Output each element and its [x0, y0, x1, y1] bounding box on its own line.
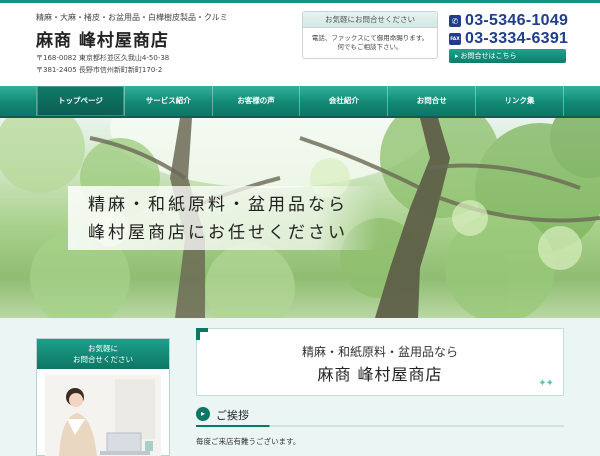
nav-item-company[interactable]: 会社紹介 [299, 86, 387, 116]
site-logo[interactable]: 麻商 峰村屋商店 [36, 26, 169, 51]
hero-headline-2: 峰村屋商店にお任せください [88, 223, 348, 243]
nav-item-testimonials[interactable]: お客様の声 [211, 86, 300, 116]
chevron-right-icon: ▸ [455, 52, 459, 60]
welcome-title: 麻商 峰村屋商店 [317, 365, 443, 384]
site-tagline: 精麻・大麻・楮皮・お盆用品・白樺樹皮製品・クルミ [36, 13, 228, 22]
site-header: 精麻・大麻・楮皮・お盆用品・白樺樹皮製品・クルミ 麻商 峰村屋商店 〒168-0… [0, 3, 600, 85]
operator-photo [45, 375, 161, 456]
contact-box-line1: 電話、ファックスにて御用命賜ります。 [311, 34, 429, 42]
hero-headline-1: 精麻・和紙原料・盆用品なら [88, 195, 348, 215]
nav-item-services[interactable]: サービス紹介 [123, 86, 212, 116]
address-tokyo: 〒168-0082 東京都杉並区久我山4-50-38 [36, 54, 170, 62]
corner-accent [196, 328, 208, 340]
fax-icon: FAX [449, 33, 461, 45]
sidebar-contact-title: お気軽に お問合せください [37, 339, 169, 369]
welcome-subtitle: 精麻・和紙原料・盆用品なら [301, 345, 458, 359]
inquiry-button[interactable]: ▸ お問合せはこちら [449, 49, 566, 63]
greeting-title: ご挨拶 [216, 409, 249, 422]
greeting-body: 毎度ご来店有難うございます。 [196, 437, 301, 446]
welcome-box: 精麻・和紙原料・盆用品なら 麻商 峰村屋商店 ✦✦ [196, 328, 564, 396]
contact-box: お気軽にお問合せください 電話、ファックスにて御用命賜ります。 何でもご相談下さ… [302, 11, 438, 59]
phone-icon: ✆ [449, 15, 461, 27]
sidebar-contact-box[interactable]: お気軽に お問合せください [36, 338, 170, 456]
global-nav: トップページ サービス紹介 お客様の声 会社紹介 お問合せ リンク集 [0, 86, 600, 118]
inquiry-button-label: お問合せはこちら [460, 52, 517, 60]
address-nagano: 〒381-2405 長野市信州新町新町170-2 [36, 66, 163, 74]
contact-box-body: 電話、ファックスにて御用命賜ります。 何でもご相談下さい。 [303, 28, 437, 52]
heading-underline [196, 425, 564, 427]
tel-number[interactable]: 03-5346-1049 [465, 12, 568, 30]
fax-row: FAX 03-3334-6391 [449, 30, 568, 48]
nav-item-contact[interactable]: お問合せ [387, 86, 475, 116]
nav-item-top[interactable]: トップページ [36, 86, 124, 116]
chevron-right-circle-icon: ▸ [196, 407, 210, 421]
contact-box-line2: 何でもご相談下さい。 [337, 43, 403, 51]
sidebar-title-line1: お気軽に [88, 344, 118, 353]
tel-row: ✆ 03-5346-1049 [449, 12, 568, 30]
nav-item-links[interactable]: リンク集 [475, 86, 564, 116]
greeting-heading: ▸ ご挨拶 [196, 405, 564, 427]
fax-number: 03-3334-6391 [465, 30, 569, 47]
sparkle-decoration: ✦✦ [538, 378, 554, 389]
sidebar-title-line2: お問合せください [73, 355, 133, 364]
contact-box-title: お気軽にお問合せください [303, 12, 437, 28]
